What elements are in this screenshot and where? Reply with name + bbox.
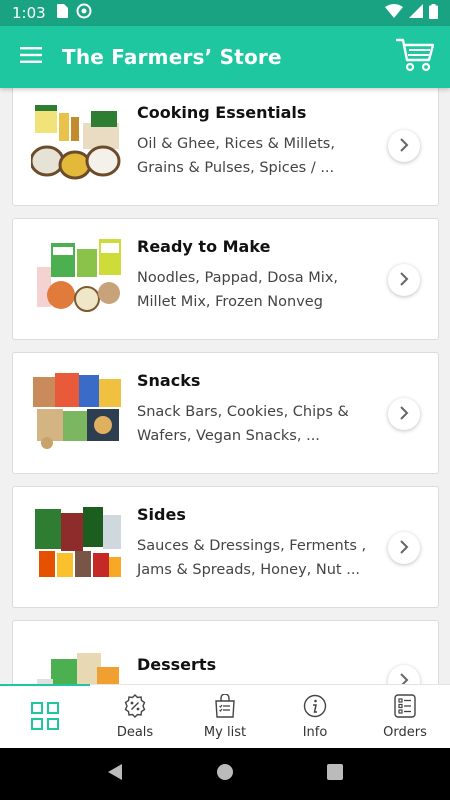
system-navigation-bar <box>0 748 450 800</box>
nav-deals[interactable]: Deals <box>90 685 180 748</box>
nav-info[interactable]: Info <box>270 685 360 748</box>
nav-label: My list <box>203 725 247 740</box>
nav-my-list[interactable]: My list <box>180 685 270 748</box>
category-subtitle-line1: Oil & Ghee, Rices & Millets, <box>137 136 335 152</box>
category-card-snacks[interactable]: Snacks Snack Bars, Cookies, Chips & Wafe… <box>12 352 439 474</box>
shopping-cart-icon <box>395 38 435 76</box>
data-saver-icon <box>76 3 92 23</box>
system-back-button[interactable] <box>95 754 135 794</box>
category-list: Cooking Essentials Oil & Ghee, Rices & M… <box>0 88 450 684</box>
nav-label: Info <box>302 725 328 740</box>
back-triangle-icon <box>107 763 123 785</box>
ready-to-make-image <box>31 237 123 317</box>
chevron-right-icon <box>399 271 409 290</box>
chevron-right-icon <box>399 672 409 684</box>
card-text: Sides Sauces & Dressings, Ferments , Jam… <box>137 487 377 582</box>
card-text: Snacks Snack Bars, Cookies, Chips & Wafe… <box>137 353 377 448</box>
category-subtitle-line1: Noodles, Pappad, Dosa Mix, <box>137 270 339 286</box>
sim-card-icon <box>56 4 68 22</box>
chevron-right-button[interactable] <box>388 665 420 684</box>
cart-button[interactable] <box>380 26 450 88</box>
chevron-right-icon <box>399 539 409 558</box>
hamburger-menu-icon <box>20 47 42 67</box>
category-card-cooking-essentials[interactable]: Cooking Essentials Oil & Ghee, Rices & M… <box>12 88 439 206</box>
shopping-list-bag-icon <box>213 693 237 719</box>
category-subtitle-line2: Grains & Pulses, Spices / ... <box>137 160 335 176</box>
category-subtitle-line1: Sauces & Dressings, Ferments , <box>137 538 367 554</box>
category-card-sides[interactable]: Sides Sauces & Dressings, Ferments , Jam… <box>12 486 439 608</box>
wifi-icon <box>385 4 403 22</box>
category-subtitle-line2: Jams & Spreads, Honey, Nut ... <box>137 562 361 578</box>
info-icon <box>303 693 327 719</box>
chevron-right-button[interactable] <box>388 130 420 162</box>
category-title: Desserts <box>137 655 217 674</box>
menu-button[interactable] <box>0 26 62 88</box>
nav-orders[interactable]: Orders <box>360 685 450 748</box>
card-text: Desserts <box>137 621 377 674</box>
system-recents-button[interactable] <box>315 754 355 794</box>
status-bar: 1:03 <box>0 0 450 26</box>
category-subtitle-line2: Wafers, Vegan Snacks, ... <box>137 428 320 444</box>
system-home-button[interactable] <box>205 754 245 794</box>
category-title: Cooking Essentials <box>137 103 307 122</box>
sides-image <box>31 505 123 585</box>
screen: 1:03 The Farmers’ Store Cooking Essentia… <box>0 0 450 800</box>
category-subtitle-line2: Millet Mix, Frozen Nonveg <box>137 294 323 310</box>
desserts-image <box>31 639 123 684</box>
orders-list-icon <box>394 693 416 719</box>
app-title: The Farmers’ Store <box>62 45 282 69</box>
category-title: Snacks <box>137 371 201 390</box>
status-time: 1:03 <box>12 4 46 22</box>
recents-square-icon <box>327 764 343 784</box>
category-title: Ready to Make <box>137 237 271 256</box>
card-text: Cooking Essentials Oil & Ghee, Rices & M… <box>137 88 377 180</box>
chevron-right-button[interactable] <box>388 532 420 564</box>
chevron-right-button[interactable] <box>388 398 420 430</box>
snacks-image <box>31 371 123 451</box>
chevron-right-button[interactable] <box>388 264 420 296</box>
bottom-navigation: Deals My list Info Orders <box>0 684 450 748</box>
nav-label: Deals <box>116 725 154 740</box>
cooking-essentials-image <box>29 103 123 183</box>
home-circle-icon <box>216 763 234 785</box>
grid-icon <box>31 702 59 730</box>
chevron-right-icon <box>399 405 409 424</box>
chevron-right-icon <box>399 137 409 156</box>
app-bar: The Farmers’ Store <box>0 26 450 88</box>
category-card-desserts[interactable]: Desserts <box>12 620 439 684</box>
discount-badge-icon <box>123 693 147 719</box>
category-card-ready-to-make[interactable]: Ready to Make Noodles, Pappad, Dosa Mix,… <box>12 218 439 340</box>
category-subtitle-line1: Snack Bars, Cookies, Chips & <box>137 404 349 420</box>
nav-label: Orders <box>383 725 427 740</box>
nav-home[interactable] <box>0 684 90 748</box>
battery-icon <box>429 3 438 23</box>
card-text: Ready to Make Noodles, Pappad, Dosa Mix,… <box>137 219 377 314</box>
status-right <box>385 3 438 23</box>
category-title: Sides <box>137 505 186 524</box>
signal-icon <box>409 4 423 22</box>
